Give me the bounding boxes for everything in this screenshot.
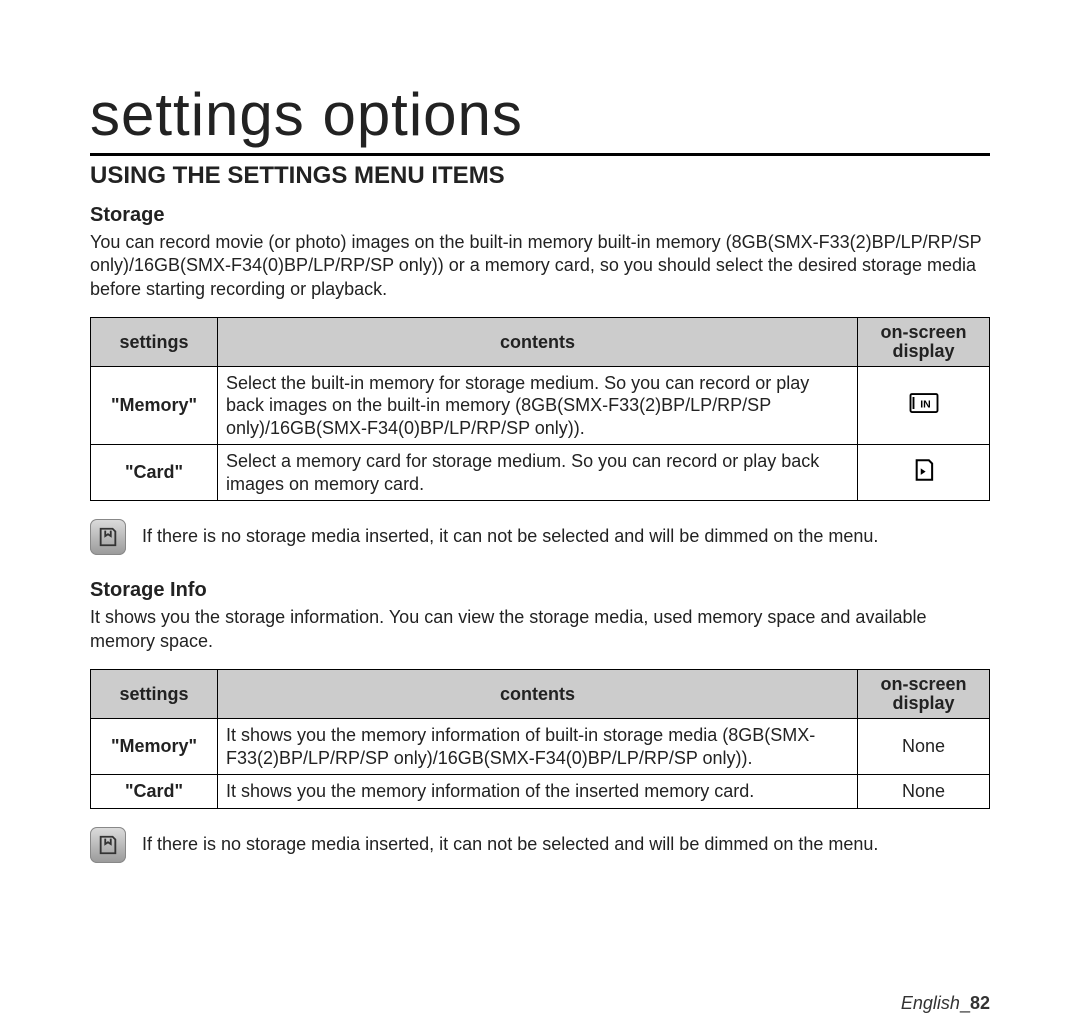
setting-name: "Memory" [91, 366, 218, 445]
th-osd: on-screen display [858, 670, 990, 719]
table-row: "Card" It shows you the memory informati… [91, 775, 990, 809]
osd-text: None [858, 775, 990, 809]
th-settings: settings [91, 670, 218, 719]
storage-description: You can record movie (or photo) images o… [90, 231, 990, 301]
page-footer: English_82 [90, 993, 990, 1014]
setting-contents: Select the built-in memory for storage m… [218, 366, 858, 445]
th-contents: contents [218, 670, 858, 719]
note-text: If there is no storage media inserted, i… [142, 519, 878, 548]
table-row: "Memory" Select the built-in memory for … [91, 366, 990, 445]
storage-info-table: settings contents on-screen display "Mem… [90, 669, 990, 808]
storage-table: settings contents on-screen display "Mem… [90, 317, 990, 501]
page-title: settings options [90, 80, 990, 149]
setting-contents: Select a memory card for storage medium.… [218, 445, 858, 501]
note-icon [90, 519, 126, 555]
storage-note: If there is no storage media inserted, i… [90, 519, 990, 555]
setting-contents: It shows you the memory information of b… [218, 719, 858, 775]
storage-heading: Storage [90, 204, 990, 227]
svg-text:IN: IN [920, 399, 931, 411]
sd-card-icon [909, 467, 939, 487]
osd-cell: IN [858, 366, 990, 445]
osd-text: None [858, 719, 990, 775]
note-icon [90, 827, 126, 863]
setting-name: "Card" [91, 445, 218, 501]
setting-name: "Card" [91, 775, 218, 809]
storage-info-heading: Storage Info [90, 579, 990, 602]
memory-in-icon: IN [909, 400, 939, 420]
th-contents: contents [218, 318, 858, 367]
table-row: "Memory" It shows you the memory informa… [91, 719, 990, 775]
footer-page-number: 82 [970, 993, 990, 1013]
footer-language: English [901, 993, 960, 1013]
osd-cell [858, 445, 990, 501]
note-text: If there is no storage media inserted, i… [142, 827, 878, 856]
th-settings: settings [91, 318, 218, 367]
setting-contents: It shows you the memory information of t… [218, 775, 858, 809]
storage-info-note: If there is no storage media inserted, i… [90, 827, 990, 863]
table-row: "Card" Select a memory card for storage … [91, 445, 990, 501]
setting-name: "Memory" [91, 719, 218, 775]
footer-sep: _ [960, 993, 970, 1013]
storage-info-description: It shows you the storage information. Yo… [90, 606, 990, 653]
th-osd: on-screen display [858, 318, 990, 367]
section-heading: USING THE SETTINGS MENU ITEMS [90, 153, 990, 190]
